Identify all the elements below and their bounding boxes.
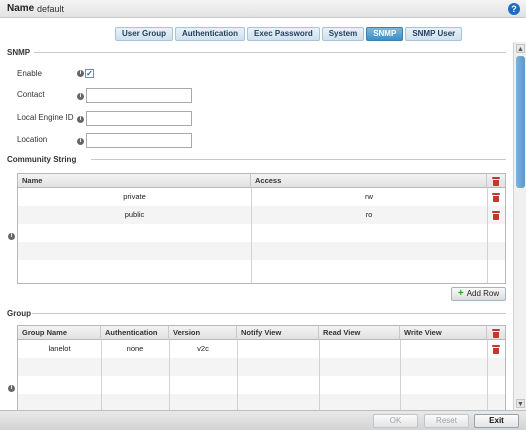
group-section-title: Group [7, 309, 31, 318]
add-row-button[interactable]: + Add Row [451, 287, 506, 301]
cell-group-name: lanelot [48, 344, 71, 353]
column-header-read-view[interactable]: Read View [319, 326, 400, 340]
column-header-access[interactable]: Access [251, 174, 487, 188]
snmp-section-divider [34, 52, 506, 53]
community-table: Name Access private rw public ro [17, 173, 506, 284]
info-icon: i [8, 233, 15, 240]
delete-row-icon[interactable] [492, 211, 500, 220]
window-header: Name default ? [0, 0, 526, 18]
column-header-name[interactable]: Name [18, 174, 251, 188]
tab-exec-password[interactable]: Exec Password [247, 27, 320, 41]
group-table: Group Name Authentication Version Notify… [17, 325, 506, 410]
enable-checkbox[interactable]: ✓ [85, 69, 94, 78]
group-section-divider [32, 313, 506, 314]
column-divider [101, 340, 102, 410]
column-header-notify-view[interactable]: Notify View [237, 326, 319, 340]
scroll-up-arrow-icon[interactable]: ▲ [516, 44, 525, 53]
location-label: Location [17, 135, 48, 144]
exit-button[interactable]: Exit [474, 414, 519, 428]
local-engine-id-label: Local Engine ID [17, 113, 74, 122]
column-divider [400, 340, 401, 410]
empty-row [18, 224, 505, 242]
table-row[interactable]: public ro [18, 206, 505, 224]
tab-bar: User Group Authentication Exec Password … [115, 27, 463, 41]
info-icon: i [77, 116, 84, 123]
column-header-version[interactable]: Version [169, 326, 237, 340]
contact-field[interactable] [86, 88, 192, 103]
community-section-title: Community String [7, 155, 77, 164]
delete-all-icon[interactable] [492, 177, 500, 186]
name-value: default [37, 4, 65, 14]
delete-all-icon[interactable] [492, 329, 500, 338]
name-label: Name [7, 3, 35, 14]
table-row[interactable]: private rw [18, 188, 505, 206]
help-icon[interactable]: ? [508, 3, 520, 15]
snmp-section-title: SNMP [7, 48, 31, 57]
column-header-authentication[interactable]: Authentication [101, 326, 169, 340]
cell-read-view [319, 340, 400, 358]
cell-access: rw [365, 192, 373, 201]
reset-button[interactable]: Reset [424, 414, 469, 428]
info-icon: i [8, 385, 15, 392]
cell-name: public [124, 210, 145, 219]
column-divider [319, 340, 320, 410]
table-row[interactable]: lanelot none v2c [18, 340, 505, 358]
vertical-scrollbar[interactable]: ▲ ▼ [513, 42, 526, 410]
delete-row-icon[interactable] [492, 345, 500, 354]
cell-name: private [123, 192, 146, 201]
location-field[interactable] [86, 133, 192, 148]
empty-row [18, 358, 505, 376]
tab-system[interactable]: System [321, 27, 365, 41]
community-table-header: Name Access [18, 174, 505, 188]
tab-snmp[interactable]: SNMP [366, 27, 404, 41]
group-table-header: Group Name Authentication Version Notify… [18, 326, 505, 340]
tab-authentication[interactable]: Authentication [175, 27, 246, 41]
column-divider [237, 340, 238, 410]
column-divider [251, 188, 252, 283]
enable-label: Enable [17, 69, 42, 78]
local-engine-id-field[interactable] [86, 111, 192, 126]
plus-icon: + [457, 288, 464, 299]
empty-row [18, 260, 505, 278]
delete-row-icon[interactable] [492, 193, 500, 202]
content-area: SNMP Enable i ✓ Contact i Local Engine I… [0, 42, 513, 410]
add-row-label: Add Row [466, 289, 500, 298]
cell-notify-view [237, 340, 319, 358]
cell-version: v2c [197, 344, 209, 353]
scrollbar-thumb[interactable] [516, 56, 525, 188]
column-divider [487, 188, 488, 283]
community-section-divider [91, 159, 506, 160]
info-icon: i [77, 70, 84, 77]
cell-access: ro [365, 210, 373, 219]
column-divider [169, 340, 170, 410]
column-divider [487, 340, 488, 410]
scroll-down-arrow-icon[interactable]: ▼ [516, 399, 525, 408]
contact-label: Contact [17, 90, 45, 99]
info-icon: i [77, 93, 84, 100]
ok-button[interactable]: OK [373, 414, 418, 428]
tab-user-group[interactable]: User Group [115, 27, 174, 41]
info-icon: i [77, 138, 84, 145]
cell-authentication: none [126, 344, 144, 353]
empty-row [18, 376, 505, 394]
column-header-group-name[interactable]: Group Name [18, 326, 101, 340]
empty-row [18, 242, 505, 260]
footer-bar: OK Reset Exit [0, 410, 526, 430]
cell-write-view [400, 340, 487, 358]
column-header-write-view[interactable]: Write View [400, 326, 487, 340]
empty-row [18, 394, 505, 410]
tab-snmp-user[interactable]: SNMP User [405, 27, 463, 41]
